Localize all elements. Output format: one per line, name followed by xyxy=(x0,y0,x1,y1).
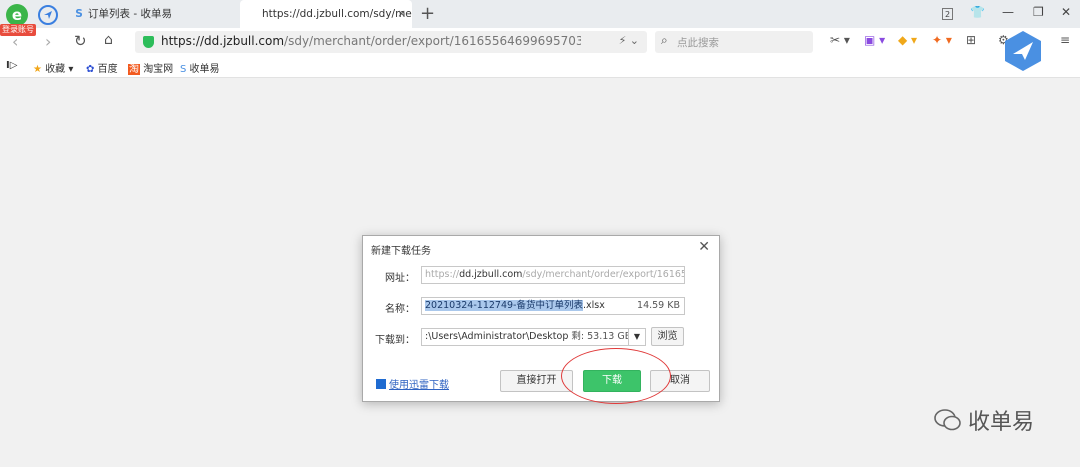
star-icon: ★ xyxy=(33,64,42,75)
search-icon: ⌕ xyxy=(661,33,668,47)
game-icon[interactable]: ✦ ▾ xyxy=(932,33,952,47)
xunlei-icon xyxy=(376,379,386,389)
bookmark-taobao[interactable]: 淘 淘宝网 xyxy=(128,60,173,75)
close-window-button[interactable]: ✕ xyxy=(1061,5,1071,19)
highlight-ellipse xyxy=(561,348,671,404)
free-space: 剩: 53.13 GB xyxy=(571,331,632,342)
bookmarks-bar: I▷ ★ 收藏 ▾ ✿ 百度 淘 淘宝网 S 收单易 xyxy=(0,56,1080,78)
tab-close-button[interactable]: × xyxy=(397,0,406,28)
bookmark-favorites[interactable]: ★ 收藏 ▾ xyxy=(33,60,73,75)
taobao-icon: 淘 xyxy=(128,64,140,75)
bookmark-shoudanyi[interactable]: S 收单易 xyxy=(180,60,220,75)
apps-grid-icon[interactable]: ⊞ xyxy=(966,33,976,47)
watermark-text: 收单易 xyxy=(968,410,1035,435)
search-placeholder: 点此搜索 xyxy=(677,37,719,49)
tab-title: https://dd.jzbull.com/sdy/merc xyxy=(262,8,412,20)
sidebar-toggle-icon[interactable]: I▷ xyxy=(6,60,17,71)
save-path-field[interactable]: :\Users\Administrator\Desktop 剩: 53.13 G… xyxy=(421,328,645,346)
url-path: /sdy/merchant/order/export/1616556469969… xyxy=(284,34,581,48)
extension-icon[interactable]: ◆ ▾ xyxy=(898,33,917,47)
login-badge[interactable]: 登录账号 xyxy=(0,24,36,36)
new-tab-button[interactable]: + xyxy=(420,3,435,24)
name-label: 名称： xyxy=(385,304,415,315)
dialog-title: 新建下载任务 xyxy=(371,246,431,257)
bookmark-baidu[interactable]: ✿ 百度 xyxy=(86,60,118,75)
tab-order-list[interactable]: S 订单列表 - 收单易 xyxy=(66,0,238,28)
secure-shield-icon xyxy=(143,36,154,48)
translate-icon[interactable]: ▣ ▾ xyxy=(864,33,885,47)
baidu-icon: ✿ xyxy=(86,64,95,75)
bird-logo-icon xyxy=(1005,31,1041,71)
forward-icon[interactable]: › xyxy=(45,32,51,51)
tab-title: 订单列表 - 收单易 xyxy=(88,8,172,20)
xunlei-link[interactable]: 使用迅雷下载 xyxy=(376,376,449,391)
url-label: 网址： xyxy=(385,273,415,284)
reload-icon[interactable]: ↻ xyxy=(74,32,87,50)
wechat-icon xyxy=(934,409,961,431)
tab-download-url[interactable]: https://dd.jzbull.com/sdy/merc × xyxy=(240,0,412,28)
tab-bar: e S 订单列表 - 收单易 https://dd.jzbull.com/sdy/… xyxy=(0,0,1080,28)
dialog-close-button[interactable]: ✕ xyxy=(698,239,710,255)
site-icon: S xyxy=(180,64,187,75)
scissors-icon[interactable]: ✂ ▾ xyxy=(830,33,850,47)
skin-icon[interactable]: 👕 xyxy=(970,5,985,19)
navigate-icon[interactable] xyxy=(38,5,58,25)
search-input[interactable]: ⌕ 点此搜索 xyxy=(655,31,813,53)
url-domain: https://dd.jzbull.com xyxy=(161,34,285,48)
site-icon: S xyxy=(75,8,83,20)
download-url-field[interactable]: https://dd.jzbull.com/sdy/merchant/order… xyxy=(421,266,685,284)
address-bar: ‹ › ↻ ⌂ https://dd.jzbull.com/sdy/mercha… xyxy=(0,28,1080,56)
url-input[interactable]: https://dd.jzbull.com/sdy/merchant/order… xyxy=(135,31,647,53)
filename-field[interactable]: 20210324-112749-备货中订单列表.xlsx 14.59 KB xyxy=(421,297,685,315)
browser-logo-icon[interactable]: e xyxy=(6,4,28,26)
file-size: 14.59 KB xyxy=(637,300,680,311)
minimize-button[interactable]: — xyxy=(1002,5,1014,19)
home-icon[interactable]: ⌂ xyxy=(104,32,113,48)
maximize-button[interactable]: ❐ xyxy=(1033,5,1044,19)
menu-icon[interactable]: ≡ xyxy=(1060,33,1070,47)
path-label: 下载到： xyxy=(375,335,415,346)
url-actions-icon[interactable]: ⚡ ⌄ xyxy=(619,34,639,47)
tab-count-icon[interactable]: 2 xyxy=(942,8,953,20)
chevron-down-icon[interactable]: ▼ xyxy=(628,328,646,346)
browse-button[interactable]: 浏览 xyxy=(651,327,684,346)
